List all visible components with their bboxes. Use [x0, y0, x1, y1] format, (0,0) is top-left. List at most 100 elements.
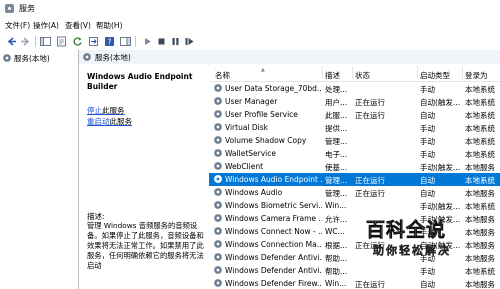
service-startup-type-cell: 自动 — [420, 280, 435, 289]
service-startup-type-cell: 手动(触发... — [420, 163, 461, 172]
service-row[interactable]: Windows Audio Endpoint ... 管理... 正在运行 自动 本地系… — [209, 173, 500, 186]
services-app-icon — [5, 4, 14, 13]
service-name-cell: Volume Shadow Copy — [225, 136, 307, 145]
description-text: 管理 Windows 音频服务的音频设备。如果停止了此服务，音频设备和效果将无法… — [87, 221, 204, 270]
service-log-on-cell: 本地系统 — [465, 202, 495, 211]
service-gear-icon — [214, 227, 222, 235]
menu-help[interactable]: 帮助(H) — [96, 20, 123, 31]
menu-action[interactable]: 操作(A) — [33, 20, 59, 31]
column-description[interactable]: 描述 — [325, 70, 340, 81]
service-startup-type-cell: 手动 — [420, 137, 435, 146]
service-row[interactable]: Windows Audio 管理... 正在运行 自动 本地服务 — [209, 186, 500, 199]
menu-view[interactable]: 查看(V) — [65, 20, 91, 31]
service-name-cell: User Data Storage_70bd... — [225, 84, 322, 93]
service-row[interactable]: Volume Shadow Copy 管理... 手动 本地系统 — [209, 134, 500, 147]
back-icon[interactable] — [6, 36, 17, 47]
service-name-cell: Windows Defender Antivi... — [225, 266, 322, 275]
service-description-cell: 管理... — [325, 189, 348, 198]
help-icon[interactable]: ? — [104, 36, 115, 47]
column-header-row: ▲ 名称 描述 状态 启动类型 登录为 — [209, 64, 500, 82]
service-description-cell: 管理... — [325, 137, 348, 146]
show-hide-icon[interactable] — [120, 36, 131, 47]
svg-text:?: ? — [108, 37, 112, 46]
restart-icon[interactable] — [184, 36, 195, 47]
service-gear-icon — [214, 266, 222, 274]
properties-icon[interactable] — [56, 36, 67, 47]
sort-ascending-icon: ▲ — [261, 67, 265, 73]
service-name-cell: WebClient — [225, 162, 264, 171]
service-log-on-cell: 本地系统 — [465, 85, 495, 94]
service-name-cell: User Manager — [225, 97, 278, 106]
menu-file[interactable]: 文件(F) — [5, 20, 30, 31]
service-description-cell: 提供... — [325, 124, 348, 133]
export-icon[interactable] — [88, 36, 99, 47]
service-startup-type-cell: 手动 — [420, 150, 435, 159]
service-description-cell: Win... — [325, 279, 347, 288]
service-description-cell: 处理... — [325, 85, 348, 94]
service-startup-type-cell: 自动 — [420, 111, 435, 120]
service-log-on-cell: 本地系统 — [465, 176, 495, 185]
service-description-cell: 帮助... — [325, 267, 348, 276]
column-log-on-as[interactable]: 登录为 — [465, 70, 488, 81]
service-description-cell: 允许... — [325, 215, 348, 224]
column-status[interactable]: 状态 — [355, 70, 370, 81]
service-row[interactable]: Windows Defender Antivi... 帮助... 手动 本地系统 — [209, 264, 500, 277]
service-description-cell: 根据... — [325, 241, 348, 250]
service-log-on-cell: 本地系统 — [465, 150, 495, 159]
service-description-cell: Win... — [325, 201, 347, 210]
service-gear-icon — [214, 136, 222, 144]
service-status-cell: 正在运行 — [355, 280, 385, 289]
service-startup-type-cell: 自动 — [420, 176, 435, 185]
service-description-cell: WC... — [325, 227, 345, 236]
service-status-cell: 正在运行 — [355, 176, 385, 185]
play-icon[interactable] — [142, 36, 153, 47]
service-gear-icon — [214, 97, 222, 105]
service-name-cell: Windows Audio — [225, 188, 283, 197]
service-name-cell: Windows Connection Ma... — [225, 240, 322, 249]
service-status-cell: 正在运行 — [355, 98, 385, 107]
column-name[interactable]: 名称 — [215, 70, 230, 81]
title-bar: 服务 — [0, 0, 500, 19]
service-name-cell: Windows Audio Endpoint ... — [225, 175, 322, 184]
service-row[interactable]: User Data Storage_70bd... 处理... 手动 本地系统 — [209, 82, 500, 95]
service-gear-icon — [214, 175, 222, 183]
service-name-cell: Virtual Disk — [225, 123, 269, 132]
service-description-cell: 电子... — [325, 150, 348, 159]
service-row[interactable]: WebClient 使基... 手动(触发... 本地服务 — [209, 160, 500, 173]
service-row[interactable]: Virtual Disk 提供... 手动 本地系统 — [209, 121, 500, 134]
service-gear-icon — [214, 188, 222, 196]
menu-bar: 文件(F) 操作(A) 查看(V) 帮助(H) — [0, 18, 500, 33]
window-title: 服务 — [19, 4, 35, 13]
restart-service-link[interactable]: 重启动此服务 — [87, 116, 132, 127]
service-row[interactable]: Windows Defender Firew... Win... 正在运行 自动 本地服… — [209, 277, 500, 289]
stop-service-link[interactable]: 停止此服务 — [87, 105, 125, 116]
service-name-cell: Windows Biometric Servi... — [225, 201, 322, 210]
service-row[interactable]: User Manager 用户... 正在运行 自动(触发... 本地系统 — [209, 95, 500, 108]
refresh-icon[interactable] — [72, 36, 83, 47]
service-name-cell: User Profile Service — [225, 110, 298, 119]
panel-title: 服务(本地) — [95, 53, 131, 62]
console-tree: 服务(本地) — [0, 50, 79, 289]
service-row[interactable]: User Profile Service 此服... 正在运行 自动 本地系统 — [209, 108, 500, 121]
service-gear-icon — [214, 214, 222, 222]
stop-icon[interactable] — [156, 36, 167, 47]
selected-service-name: Windows Audio Endpoint Builder — [87, 72, 193, 91]
service-row[interactable]: WalletService 电子... 手动 本地系统 — [209, 147, 500, 160]
service-description-cell: 使基... — [325, 163, 348, 172]
service-name-cell: Windows Camera Frame ... — [225, 214, 322, 223]
service-log-on-cell: 本地系统 — [465, 98, 495, 107]
service-startup-type-cell: 手动(触发... — [420, 202, 461, 211]
service-gear-icon — [214, 253, 222, 261]
services-gear-icon — [3, 54, 11, 62]
pause-icon[interactable] — [170, 36, 181, 47]
service-row[interactable]: Windows Biometric Servi... Win... 手动(触发...… — [209, 199, 500, 212]
console-tree-icon[interactable] — [40, 36, 51, 47]
column-startup-type[interactable]: 启动类型 — [420, 70, 450, 81]
service-description-cell: 此服... — [325, 111, 348, 120]
service-name-cell: Windows Connect Now - ... — [225, 227, 322, 236]
service-log-on-cell: 本地服务 — [465, 280, 495, 289]
panel-header: 服务(本地) — [79, 50, 500, 65]
service-log-on-cell: 本地服务 — [465, 189, 495, 198]
forward-icon[interactable] — [20, 36, 31, 47]
service-gear-icon — [214, 123, 222, 131]
